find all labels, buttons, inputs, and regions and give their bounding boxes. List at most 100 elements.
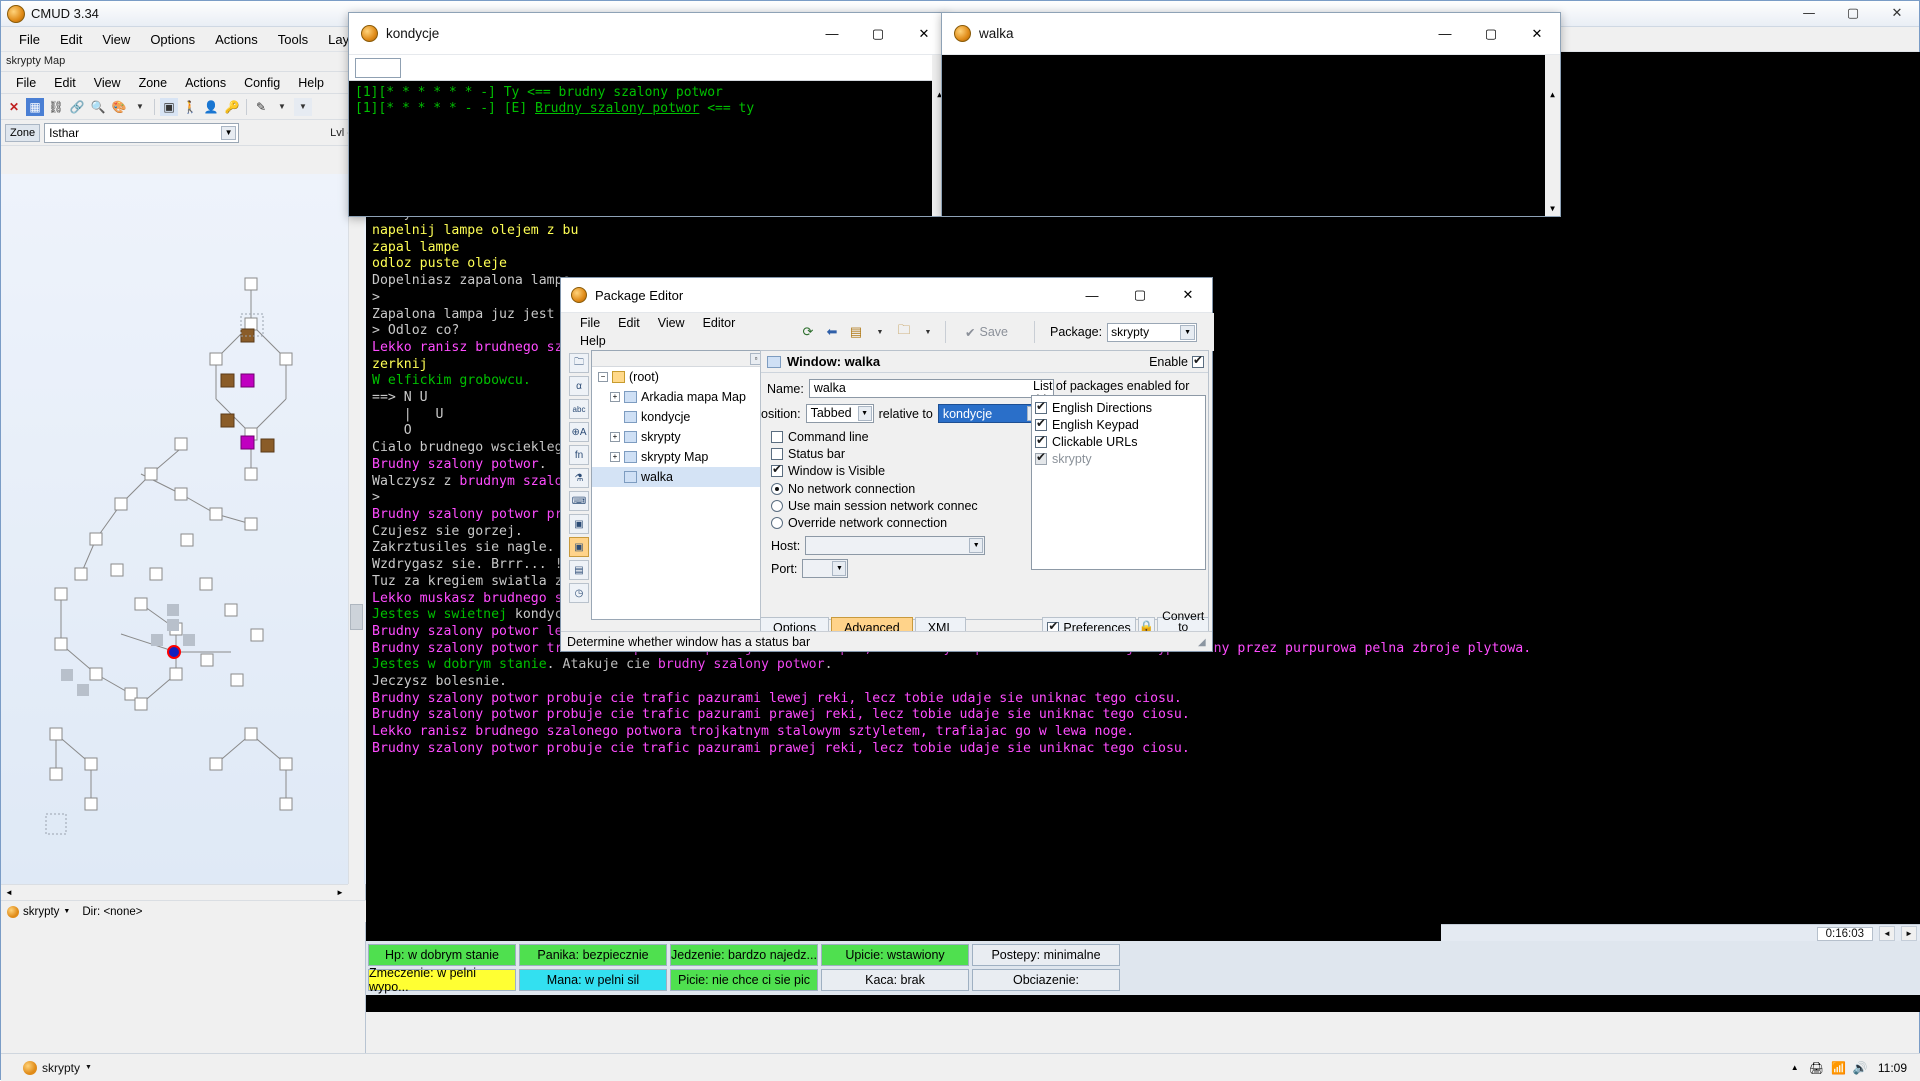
room-icon[interactable]: ▣	[160, 97, 178, 116]
printer-icon[interactable]: 🖨	[1809, 1061, 1824, 1075]
package-combo[interactable]: skrypty ▼	[1107, 322, 1198, 342]
walka-minimize-button[interactable]: —	[1422, 13, 1468, 55]
color-icon[interactable]: 🎨	[110, 98, 128, 116]
package-checkbox[interactable]	[1035, 399, 1047, 414]
pkg-menu-help[interactable]: Help	[571, 332, 615, 350]
package-checkbox[interactable]	[1035, 450, 1047, 465]
tree-item-2[interactable]: + skrypty	[592, 427, 778, 447]
tree-item-0[interactable]: + Arkadia mapa Map	[592, 387, 778, 407]
pkg-menu-edit[interactable]: Edit	[609, 314, 649, 332]
map-vertical-scrollbar[interactable]	[348, 174, 364, 884]
alias-icon[interactable]: α	[569, 376, 589, 396]
chevron-right-icon[interactable]: +	[610, 392, 620, 402]
scroll-down-icon-walka[interactable]: ▼	[1545, 201, 1560, 216]
walk-icon[interactable]: 🚶	[181, 98, 199, 116]
timer-icon[interactable]: ◷	[569, 583, 589, 603]
chevron-down-icon-package[interactable]: ▼	[1180, 324, 1196, 340]
chevron-up-icon-tray[interactable]: ▲	[1791, 1063, 1799, 1072]
package-checkbox[interactable]	[1035, 433, 1047, 448]
package-list-item-3[interactable]: skrypty	[1035, 450, 1202, 467]
scroll-left-icon[interactable]: ◄	[1, 885, 17, 900]
status-panel-cell[interactable]: Hp: w dobrym stanie	[368, 944, 516, 966]
package-list-item-2[interactable]: Clickable URLs	[1035, 433, 1202, 450]
resize-handle-icon[interactable]: ◢	[1198, 637, 1210, 649]
position-select[interactable]: Tabbed ▼	[805, 404, 874, 423]
refresh-icon[interactable]: ⟳	[796, 321, 820, 343]
save-button[interactable]: ✔ Save	[965, 325, 1008, 340]
status-panel-cell[interactable]: Panika: bezpiecznie	[519, 944, 667, 966]
clock-label[interactable]: 11:09	[1878, 1061, 1907, 1075]
status-panel-cell[interactable]: Mana: w pelni sil	[519, 969, 667, 991]
status-panel-cell[interactable]: Kaca: brak	[821, 969, 969, 991]
mud-scrollbar[interactable]	[1901, 52, 1919, 1012]
map-menu-config[interactable]: Config	[235, 74, 289, 92]
tree-item-1[interactable]: kondycje	[592, 407, 778, 427]
cmud-close-button[interactable]: ✕	[1875, 1, 1919, 26]
map-menu-edit[interactable]: Edit	[45, 74, 85, 92]
checkbox[interactable]	[771, 448, 783, 460]
status-panel-cell[interactable]: Zmeczenie: w pelni wypo...	[368, 966, 516, 994]
walka-vertical-scrollbar[interactable]: ▲ ▼	[1545, 55, 1560, 216]
relative-to-select[interactable]: kondycje ▼	[937, 404, 1043, 423]
grid-icon[interactable]: ▦	[26, 97, 44, 116]
keypad-icon[interactable]: ⌨	[569, 491, 589, 511]
package-tree[interactable]: ▫ ▪ − (root) + Arkadia mapa Map kondycje + s…	[591, 350, 779, 620]
pkg-menu-editor[interactable]: Editor	[694, 314, 745, 332]
link-icon[interactable]: ⛓	[47, 98, 65, 116]
scroll-up-icon-walka[interactable]: ▲	[1545, 87, 1560, 102]
cmud-menu-view[interactable]: View	[92, 29, 140, 50]
chevron-down-icon-zone[interactable]: ▼	[221, 125, 237, 140]
package-checkbox[interactable]	[1035, 416, 1047, 431]
status-panel-cell[interactable]: Picie: nie chce ci sie pic	[670, 969, 818, 991]
chevron-right-icon[interactable]: +	[610, 452, 620, 462]
scroll-right-icon-2[interactable]: ►	[1901, 926, 1917, 941]
pkg-close-button[interactable]: ✕	[1164, 278, 1212, 312]
map-menu-help[interactable]: Help	[289, 74, 333, 92]
cmud-minimize-button[interactable]: —	[1787, 1, 1831, 26]
enable-checkbox[interactable]	[1192, 353, 1204, 368]
cmud-menu-options[interactable]: Options	[140, 29, 205, 50]
map-menu-file[interactable]: File	[7, 74, 45, 92]
chevron-down-icon-taskbar[interactable]: ▼	[85, 1064, 92, 1071]
zone-select[interactable]: Isthar ▼	[44, 122, 240, 143]
enable-toggle[interactable]: Enable	[1149, 353, 1208, 369]
chevron-right-icon[interactable]: +	[610, 432, 620, 442]
enabled-packages-list[interactable]: English Directions English Keypad Clickabl…	[1031, 395, 1206, 570]
key-icon[interactable]: 🔑	[223, 98, 241, 116]
status-panel-cell[interactable]: Jedzenie: bardzo najedz...	[670, 944, 818, 966]
walka-output[interactable]: ▲ ▼	[942, 55, 1560, 216]
chevron-down-icon-new[interactable]: ▼	[868, 321, 892, 343]
window-icon[interactable]: ▣	[569, 537, 589, 557]
checkbox[interactable]	[771, 431, 783, 443]
tree-item-3[interactable]: + skrypty Map	[592, 447, 778, 467]
cmud-menu-file[interactable]: File	[9, 29, 50, 50]
chevron-down-icon-2[interactable]: ▼	[273, 98, 291, 116]
new-item-icon[interactable]: ▤	[844, 321, 868, 343]
tree-item-4[interactable]: walka	[592, 467, 778, 487]
button-icon[interactable]: ▣	[569, 514, 589, 534]
pkg-maximize-button[interactable]: ▢	[1116, 278, 1164, 312]
chevron-down-icon-position[interactable]: ▼	[857, 406, 872, 421]
status-panel-cell[interactable]: Obciazenie:	[972, 969, 1120, 991]
map-horizontal-scrollbar[interactable]: ◄ ►	[1, 884, 348, 900]
package-list-item-1[interactable]: English Keypad	[1035, 416, 1202, 433]
cmud-maximize-button[interactable]: ▢	[1831, 1, 1875, 26]
map-menu-view[interactable]: View	[85, 74, 130, 92]
radio-button[interactable]	[771, 517, 783, 529]
chevron-down-icon-port[interactable]: ▼	[832, 561, 847, 576]
name-input[interactable]: walka	[808, 379, 1054, 398]
pkg-menu-view[interactable]: View	[649, 314, 694, 332]
map-canvas[interactable]	[1, 174, 366, 884]
scroll-left-icon-2[interactable]: ◄	[1879, 926, 1895, 941]
kondycje-output[interactable]: [1][* * * * * * -] Ty <== brudny szalony…	[349, 55, 947, 216]
dropdown-icon[interactable]: ▼	[294, 97, 312, 116]
scroll-right-icon[interactable]: ►	[332, 885, 348, 900]
cmud-menu-tools[interactable]: Tools	[268, 29, 318, 50]
wand-icon[interactable]: ✎	[252, 98, 270, 116]
map-hscroll-track[interactable]	[17, 885, 332, 900]
back-icon[interactable]: ⬅	[820, 321, 844, 343]
chevron-down-icon-host[interactable]: ▼	[969, 538, 984, 553]
variable-icon[interactable]: fn	[569, 445, 589, 465]
network-icon[interactable]: 📶	[1831, 1061, 1846, 1075]
radio-button[interactable]	[771, 500, 783, 512]
